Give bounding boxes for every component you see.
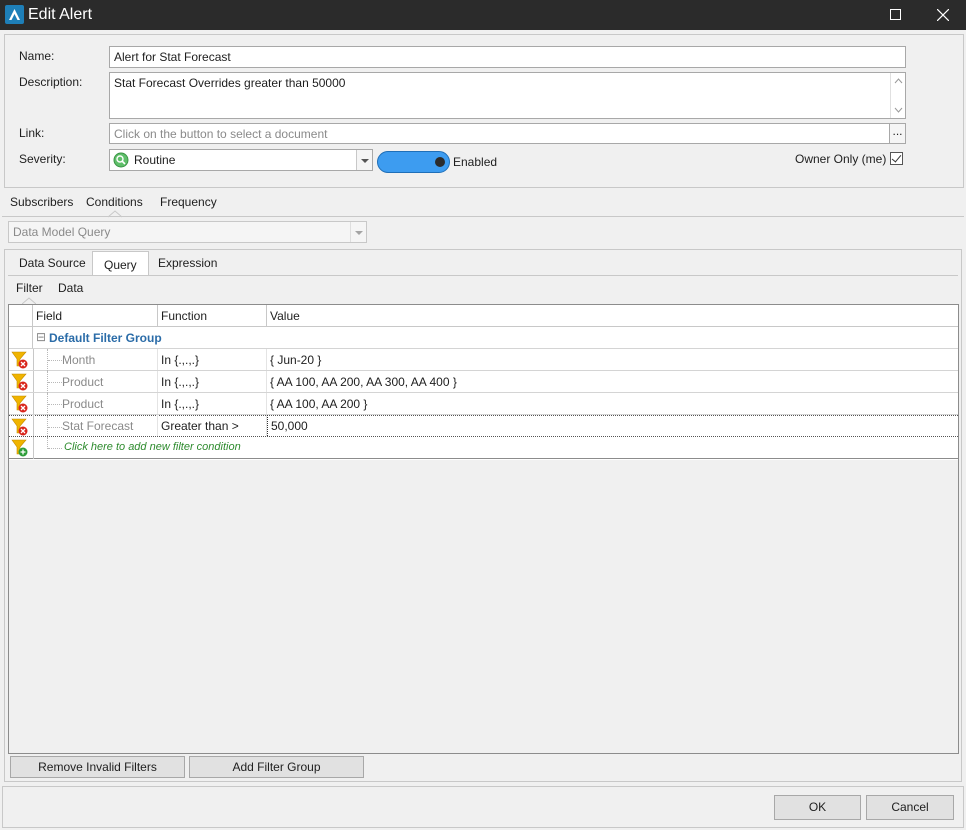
app-logo-icon: [5, 5, 24, 24]
cell-field[interactable]: Product: [33, 371, 158, 392]
query-type-dropdown[interactable]: Data Model Query: [8, 221, 367, 243]
table-row[interactable]: Product In {.,.,.} { AA 100, AA 200, AA …: [9, 371, 958, 393]
severity-dropdown[interactable]: Routine: [109, 149, 373, 171]
enabled-label: Enabled: [453, 155, 498, 169]
owner-only-checkbox[interactable]: [890, 152, 903, 165]
description-textarea[interactable]: Stat Forecast Overrides greater than 500…: [109, 72, 906, 119]
row-indicator-border: [33, 437, 34, 459]
cell-function[interactable]: In {.,.,.}: [158, 349, 267, 370]
routine-severity-icon: [113, 152, 129, 168]
column-header-function[interactable]: Function: [158, 305, 267, 327]
cell-value-editing[interactable]: 50,000: [267, 415, 958, 436]
cell-value[interactable]: { AA 100, AA 200 }: [267, 393, 958, 414]
tab-data-source[interactable]: Data Source: [19, 256, 86, 270]
row-indicator: [9, 327, 33, 349]
window-title: Edit Alert: [28, 6, 93, 23]
add-filter-condition-link[interactable]: Click here to add new filter condition: [61, 437, 461, 458]
row-indicator-header: [9, 305, 33, 327]
scroll-arrows-icon: [894, 78, 903, 113]
cancel-button[interactable]: Cancel: [866, 795, 954, 820]
filter-add-icon[interactable]: [10, 438, 30, 458]
tab-conditions[interactable]: Conditions: [86, 195, 143, 209]
column-header-field[interactable]: Field: [33, 305, 158, 327]
close-button[interactable]: [920, 0, 966, 30]
cell-field[interactable]: Stat Forecast: [33, 415, 158, 436]
select-document-button[interactable]: ...: [889, 123, 906, 144]
tab-data[interactable]: Data: [58, 281, 83, 295]
tab-query-label: Query: [104, 258, 137, 272]
tab-subscribers[interactable]: Subscribers: [10, 195, 73, 209]
chevron-down-icon: [350, 222, 366, 242]
cell-value[interactable]: { AA 100, AA 200, AA 300, AA 400 }: [267, 371, 958, 392]
description-scrollbar[interactable]: [890, 73, 905, 118]
tab-query[interactable]: Query: [92, 251, 149, 276]
severity-value: Routine: [134, 153, 176, 167]
cell-field[interactable]: Month: [33, 349, 158, 370]
tab-filter[interactable]: Filter: [16, 281, 43, 295]
query-type-value: Data Model Query: [13, 225, 111, 239]
cell-function[interactable]: In {.,.,.}: [158, 393, 267, 414]
title-bar: Edit Alert: [0, 0, 966, 30]
cell-value[interactable]: { Jun-20 }: [267, 349, 958, 370]
column-header-value[interactable]: Value: [267, 305, 958, 327]
close-icon: [937, 9, 949, 21]
filter-remove-icon[interactable]: [10, 394, 30, 414]
filter-remove-icon[interactable]: [10, 417, 30, 437]
description-value: Stat Forecast Overrides greater than 500…: [114, 76, 346, 90]
maximize-icon: [890, 9, 901, 20]
add-filter-row[interactable]: Click here to add new filter condition: [9, 437, 958, 459]
severity-label: Severity:: [19, 152, 66, 166]
table-row-selected[interactable]: Stat Forecast Greater than > 50,000: [9, 415, 958, 438]
link-label: Link:: [19, 126, 45, 140]
collapse-toggle-icon[interactable]: ⊟: [36, 330, 46, 344]
chevron-down-icon: [356, 150, 372, 170]
ok-button[interactable]: OK: [774, 795, 861, 820]
table-row[interactable]: Month In {.,.,.} { Jun-20 }: [9, 349, 958, 371]
name-input[interactable]: Alert for Stat Forecast: [109, 46, 906, 68]
cell-function[interactable]: In {.,.,.}: [158, 371, 267, 392]
sub-tab-divider: [8, 275, 958, 276]
remove-invalid-filters-button[interactable]: Remove Invalid Filters: [10, 756, 185, 778]
name-value: Alert for Stat Forecast: [114, 50, 231, 64]
filter-remove-icon[interactable]: [10, 350, 30, 370]
cell-field[interactable]: Product: [33, 393, 158, 414]
toggle-knob: [435, 157, 445, 167]
enabled-toggle[interactable]: [377, 151, 450, 173]
add-filter-group-button[interactable]: Add Filter Group: [189, 756, 364, 778]
link-input[interactable]: Click on the button to select a document: [109, 123, 890, 144]
name-label: Name:: [19, 49, 55, 63]
link-placeholder: Click on the button to select a document: [114, 127, 328, 141]
maximize-button[interactable]: [873, 0, 919, 30]
tab-divider: [2, 216, 964, 217]
tab-expression[interactable]: Expression: [158, 256, 217, 270]
description-label: Description:: [19, 75, 83, 89]
filter-group-label: Default Filter Group: [49, 331, 162, 345]
filter-grid-body: Field Function Value ⊟ Default Filter Gr…: [9, 305, 958, 460]
filter-grid: Field Function Value ⊟ Default Filter Gr…: [8, 304, 959, 754]
cell-function[interactable]: Greater than >: [158, 415, 267, 436]
filter-remove-icon[interactable]: [10, 372, 30, 392]
filter-group-header[interactable]: ⊟ Default Filter Group: [33, 327, 958, 349]
table-row[interactable]: Product In {.,.,.} { AA 100, AA 200 }: [9, 393, 958, 415]
tree-connector: [48, 448, 62, 449]
owner-only-label: Owner Only (me): [795, 152, 887, 166]
tab-frequency[interactable]: Frequency: [160, 195, 217, 209]
